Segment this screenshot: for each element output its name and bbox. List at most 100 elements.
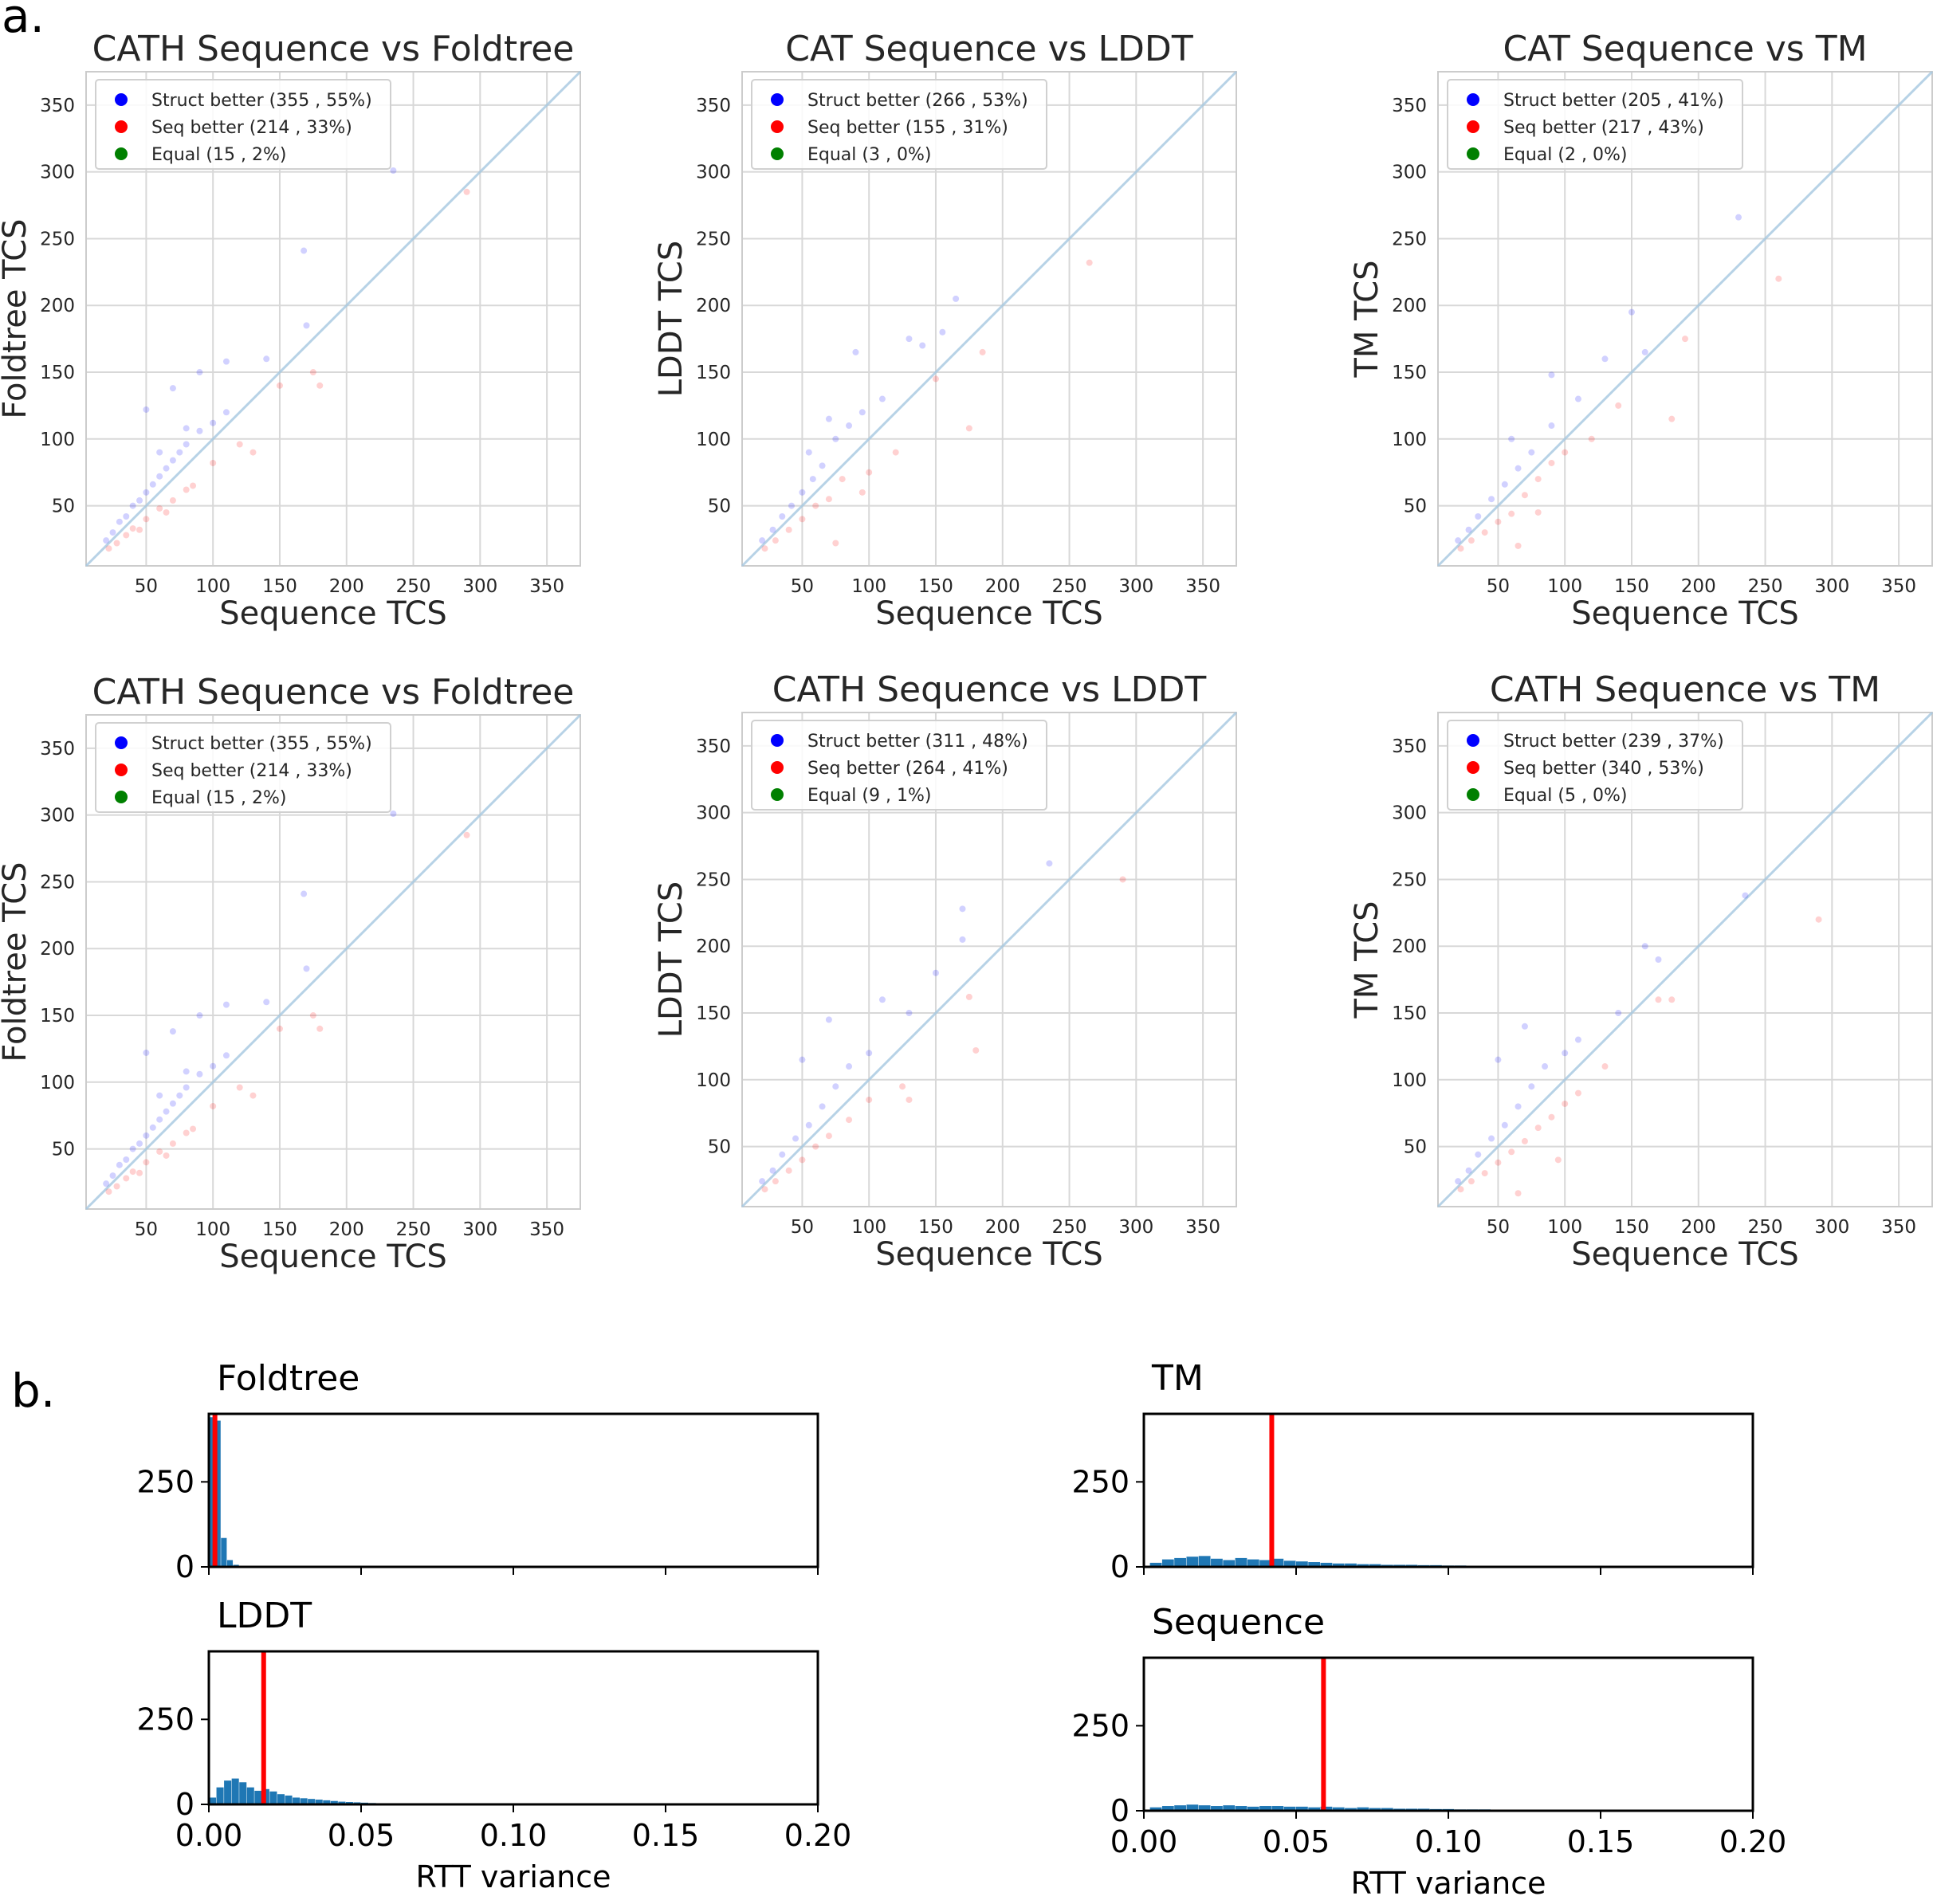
- y-tick-label: 0: [175, 1787, 194, 1822]
- y-tick-label: 250: [1071, 1708, 1130, 1743]
- x-tick-label: 250: [1748, 1217, 1783, 1238]
- data-point: [301, 890, 308, 897]
- data-point: [1455, 1178, 1462, 1185]
- data-point: [846, 1063, 853, 1070]
- y-tick-label: 50: [708, 1137, 731, 1158]
- data-point: [1628, 308, 1635, 316]
- x-axis-label: RTT variance: [415, 1859, 611, 1894]
- legend-marker: [115, 93, 128, 106]
- legend-marker: [1467, 761, 1479, 774]
- data-point: [1615, 1010, 1622, 1017]
- data-point: [276, 1025, 283, 1032]
- legend-marker: [1467, 734, 1479, 747]
- y-tick-label: 150: [1392, 1003, 1427, 1024]
- x-tick-label: 200: [1681, 576, 1716, 597]
- x-axis-label: Sequence TCS: [875, 595, 1102, 632]
- y-tick-label: 150: [696, 1003, 731, 1024]
- data-point: [1521, 1137, 1528, 1144]
- x-tick-label: 200: [329, 1219, 364, 1240]
- data-point: [1682, 336, 1688, 343]
- y-tick-label: 100: [1392, 430, 1427, 450]
- data-point: [972, 1046, 980, 1054]
- y-tick-label: 350: [696, 96, 731, 116]
- data-point: [222, 1001, 230, 1008]
- x-tick-label: 50: [791, 576, 814, 597]
- data-point: [959, 936, 966, 943]
- y-axis-label: TM TCS: [1349, 260, 1385, 378]
- legend-label: Equal (3 , 0%): [807, 145, 931, 165]
- legend-marker: [771, 147, 784, 160]
- data-point: [249, 449, 257, 456]
- data-point: [1515, 465, 1522, 472]
- x-tick-label: 100: [851, 1217, 886, 1238]
- chart-title: CAT Sequence vs LDDT: [785, 29, 1193, 69]
- data-point: [129, 1168, 136, 1176]
- data-point: [965, 425, 972, 432]
- data-point: [143, 406, 150, 413]
- data-point: [390, 167, 397, 174]
- data-point: [149, 481, 156, 488]
- data-point: [109, 529, 116, 536]
- data-point: [1457, 545, 1464, 552]
- y-tick-label: 200: [40, 296, 75, 316]
- x-tick-label: 50: [1487, 576, 1510, 597]
- data-point: [1574, 1036, 1581, 1043]
- data-point: [939, 328, 946, 336]
- histogram-bar: [1186, 1557, 1199, 1567]
- data-point: [1562, 1050, 1569, 1057]
- x-tick-label: 100: [1547, 576, 1582, 597]
- data-point: [866, 1096, 873, 1103]
- data-point: [819, 1103, 826, 1110]
- data-point: [1488, 496, 1495, 503]
- data-point: [959, 905, 966, 913]
- histogram-bar: [254, 1790, 262, 1804]
- data-point: [839, 476, 846, 483]
- y-tick-label: 100: [696, 1070, 731, 1091]
- x-tick-label: 300: [462, 1219, 497, 1240]
- data-point: [812, 1143, 819, 1150]
- data-point: [1742, 892, 1749, 899]
- x-tick-label: 350: [1881, 1217, 1916, 1238]
- y-tick-label: 200: [1392, 296, 1427, 316]
- data-point: [163, 1152, 170, 1159]
- x-tick-label: 50: [791, 1217, 814, 1238]
- scatter-chart-3: 50 100 150 200 250 300 350 50 100 150 200 250 300 350…: [0, 672, 582, 1275]
- y-tick-label: 0: [1110, 1793, 1130, 1828]
- data-point: [878, 996, 886, 1003]
- data-point: [788, 502, 795, 509]
- legend-label: Struct better (311 , 48%): [807, 732, 1028, 752]
- y-tick-label: 300: [40, 163, 75, 183]
- data-point: [309, 1012, 316, 1019]
- data-point: [156, 1092, 163, 1099]
- plot-area: [1144, 1658, 1753, 1811]
- data-point: [932, 375, 939, 383]
- data-point: [196, 369, 203, 376]
- x-tick-label: 250: [1052, 576, 1087, 597]
- x-tick-label: 0.00: [175, 1818, 243, 1853]
- data-point: [979, 348, 986, 355]
- data-point: [1548, 371, 1555, 379]
- data-point: [932, 969, 939, 976]
- x-tick-label: 150: [1614, 576, 1649, 597]
- x-tick-label: 100: [195, 576, 230, 597]
- x-axis-label: Sequence TCS: [219, 1239, 446, 1275]
- data-point: [113, 1183, 120, 1190]
- plot-area: [209, 1651, 818, 1804]
- data-point: [156, 1148, 163, 1155]
- y-tick-label: 300: [1392, 803, 1427, 824]
- data-point: [222, 409, 230, 416]
- y-tick-label: 100: [40, 430, 75, 450]
- data-point: [316, 382, 324, 389]
- y-tick-label: 250: [136, 1702, 194, 1737]
- legend-label: Equal (15 , 2%): [151, 145, 286, 165]
- scatter-chart-5: 50 100 150 200 250 300 350 50 100 150 200 250 300 350…: [1349, 669, 1933, 1273]
- x-tick-label: 0.05: [328, 1818, 395, 1853]
- x-tick-label: 150: [262, 1219, 297, 1240]
- data-point: [123, 1156, 130, 1163]
- data-point: [759, 1178, 766, 1185]
- x-tick-label: 350: [1185, 1217, 1220, 1238]
- x-tick-label: 300: [1118, 576, 1153, 597]
- data-point: [276, 382, 283, 389]
- y-tick-label: 50: [52, 497, 75, 517]
- x-axis-label: Sequence TCS: [875, 1236, 1102, 1273]
